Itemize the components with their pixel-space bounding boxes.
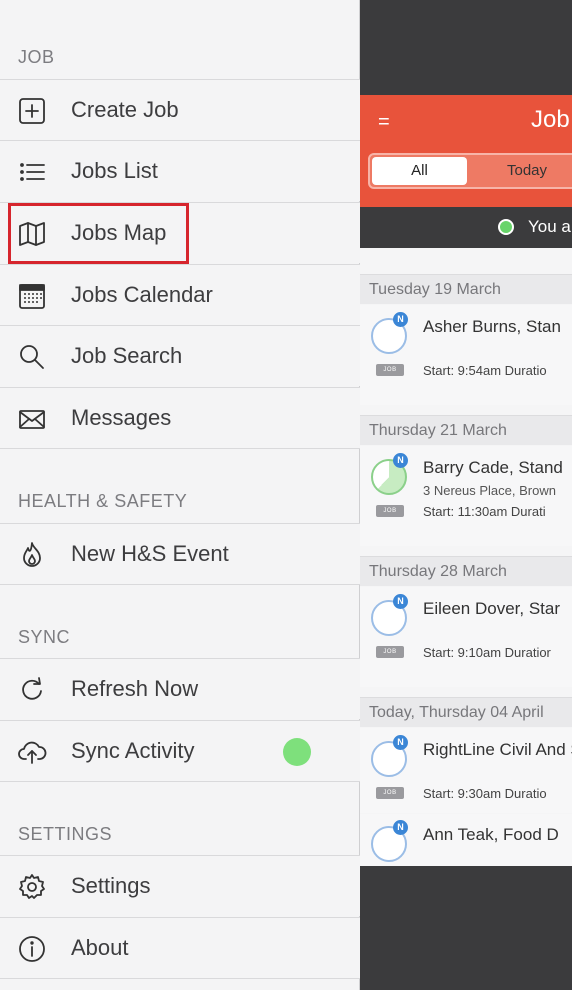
new-badge: N [393,820,408,835]
flame-icon [16,540,48,570]
job-address: 3 Nereus Place, Brown [423,483,556,498]
section-header-health-safety: HEALTH & SAFETY [18,491,188,511]
status-bar: You a [360,207,572,248]
job-start: Start: 9:54am Duratio [423,363,547,378]
job-row[interactable]: N JOB Barry Cade, Stand 3 Nereus Place, … [360,446,572,546]
day-header: Tuesday 19 March [360,274,572,304]
jobs-list-screen: = Job All Today You a Tuesday 19 March N… [360,0,572,990]
section-header-sync: SYNC [18,627,71,647]
job-row[interactable]: N JOB Eileen Dover, Star Start: 9:10am D… [360,587,572,687]
divider [0,584,360,585]
online-status-icon [498,219,514,235]
day-header: Today, Thursday 04 April [360,697,572,727]
hamburger-menu-icon[interactable]: = [378,111,390,134]
menu-item-label: New H&S Event [71,541,229,566]
refresh-icon [16,675,48,705]
day-header-label: Tuesday 19 March [369,281,501,298]
section-header-settings: SETTINGS [18,824,113,844]
job-start: Start: 11:30am Durati [423,504,546,519]
job-name: Asher Burns, Stan [423,317,561,336]
menu-item-about[interactable]: About [0,917,360,978]
job-name: Eileen Dover, Star [423,599,561,618]
menu-item-messages[interactable]: Messages [0,387,360,448]
plus-square-icon [16,96,48,126]
list-icon [16,157,48,187]
menu-item-settings[interactable]: Settings [0,855,360,916]
info-icon [16,934,48,964]
sync-status-dot [283,738,311,766]
segmented-control: All Today [368,153,572,189]
section-header-job: JOB [18,47,55,67]
divider [0,781,360,782]
menu-item-label: Settings [71,873,151,898]
job-row[interactable]: N JOB Asher Burns, Stan Start: 9:54am Du… [360,305,572,405]
job-name: RightLine Civil And S [423,740,572,759]
menu-item-job-search[interactable]: Job Search [0,325,360,386]
page-title: Job [531,106,570,133]
divider [0,448,360,449]
menu-item-refresh-now[interactable]: Refresh Now [0,658,360,719]
envelope-icon [16,404,48,434]
jobs-list: Tuesday 19 March N JOB Asher Burns, Stan… [360,248,572,866]
day-header: Thursday 21 March [360,415,572,445]
tab-all[interactable]: All [372,157,467,185]
calendar-icon [16,281,48,311]
job-row[interactable]: N Ann Teak, Food D [360,814,572,866]
side-menu: JOB Create Job Jobs List Jobs Map Jobs C… [0,0,360,990]
job-start: Start: 9:10am Duratior [423,645,551,660]
menu-item-label: Jobs List [71,158,158,183]
job-name: Ann Teak, Food D [423,825,559,844]
job-name: Barry Cade, Stand [423,458,563,477]
menu-item-label: About [71,935,129,960]
day-header-label: Thursday 28 March [369,563,507,580]
menu-item-label: Refresh Now [71,676,199,701]
highlight-box [8,203,189,264]
menu-item-label: Jobs Calendar [71,282,213,307]
tab-today[interactable]: Today [472,157,572,185]
menu-item-new-hs-event[interactable]: New H&S Event [0,523,360,584]
menu-item-label: Create Job [71,97,179,122]
job-tag: JOB [376,646,404,658]
job-tag: JOB [376,505,404,517]
divider [0,978,360,979]
status-text: You a [528,217,571,236]
menu-item-jobs-calendar[interactable]: Jobs Calendar [0,264,360,325]
new-badge: N [393,735,408,750]
gear-icon [16,872,48,902]
new-badge: N [393,312,408,327]
navigation-bar: = Job All Today [360,95,572,207]
day-header-label: Thursday 21 March [369,422,507,439]
search-icon [16,342,48,372]
menu-item-create-job[interactable]: Create Job [0,79,360,140]
day-header-label: Today, Thursday 04 April [369,704,544,721]
job-tag: JOB [376,787,404,799]
day-header: Thursday 28 March [360,556,572,586]
job-row[interactable]: N JOB RightLine Civil And S Start: 9:30a… [360,728,572,813]
menu-item-jobs-list[interactable]: Jobs List [0,140,360,201]
menu-item-label: Sync Activity [71,738,195,763]
new-badge: N [393,594,408,609]
job-tag: JOB [376,364,404,376]
menu-item-label: Job Search [71,343,183,368]
job-start: Start: 9:30am Duratio [423,786,547,801]
menu-item-label: Messages [71,405,172,430]
new-badge: N [393,453,408,468]
cloud-upload-icon [16,737,48,767]
